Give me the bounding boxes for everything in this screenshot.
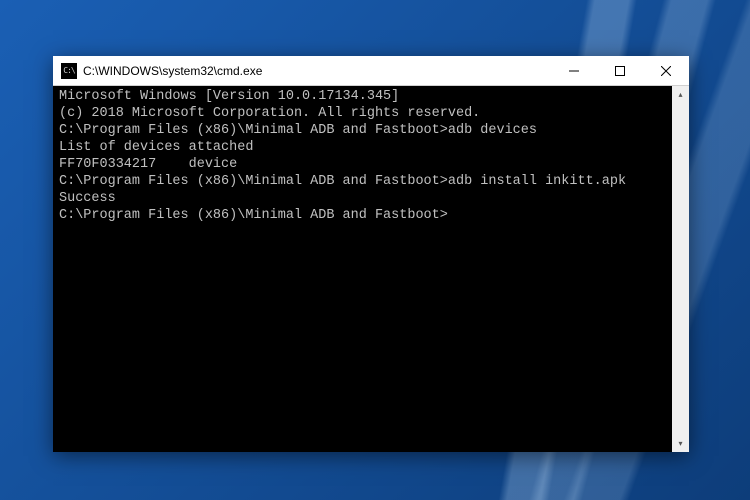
console-line: FF70F0334217 device	[59, 156, 683, 173]
console-line: (c) 2018 Microsoft Corporation. All righ…	[59, 105, 683, 122]
console-line: Success	[59, 190, 683, 207]
console-line: List of devices attached	[59, 139, 683, 156]
cmd-icon: C:\	[61, 63, 77, 79]
maximize-icon	[615, 66, 625, 76]
close-icon	[661, 66, 671, 76]
scroll-up-arrow-icon[interactable]: ▴	[672, 86, 689, 103]
scroll-down-arrow-icon[interactable]: ▾	[672, 435, 689, 452]
maximize-button[interactable]	[597, 56, 643, 86]
console-line: C:\Program Files (x86)\Minimal ADB and F…	[59, 207, 683, 224]
cmd-window: C:\ C:\WINDOWS\system32\cmd.exe Microsof…	[53, 56, 689, 452]
console-line: C:\Program Files (x86)\Minimal ADB and F…	[59, 122, 683, 139]
scroll-track[interactable]	[672, 103, 689, 435]
console-line: Microsoft Windows [Version 10.0.17134.34…	[59, 88, 683, 105]
window-title: C:\WINDOWS\system32\cmd.exe	[83, 64, 551, 78]
console-output[interactable]: Microsoft Windows [Version 10.0.17134.34…	[53, 86, 689, 452]
close-button[interactable]	[643, 56, 689, 86]
minimize-button[interactable]	[551, 56, 597, 86]
scrollbar[interactable]: ▴ ▾	[672, 86, 689, 452]
titlebar[interactable]: C:\ C:\WINDOWS\system32\cmd.exe	[53, 56, 689, 86]
console-line: C:\Program Files (x86)\Minimal ADB and F…	[59, 173, 683, 190]
minimize-icon	[569, 66, 579, 76]
